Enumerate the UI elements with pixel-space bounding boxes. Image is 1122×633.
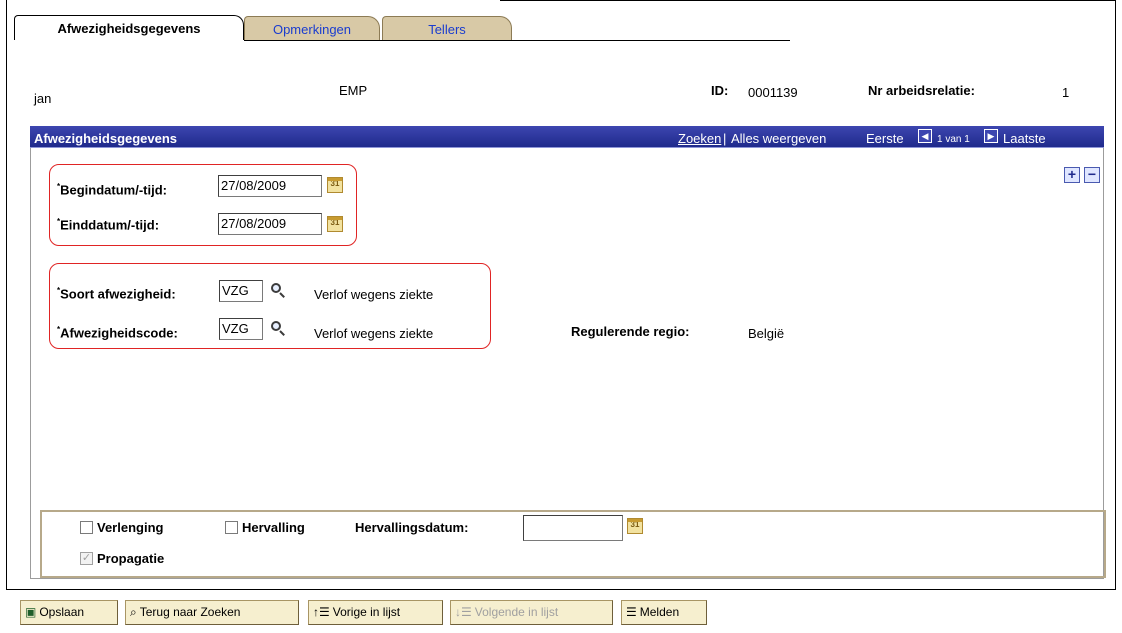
extension-label: Verlenging [97, 520, 164, 535]
tab-afwezigheidsgegevens[interactable]: Afwezigheidsgegevens [14, 15, 244, 40]
last-link[interactable]: Laatste [1003, 131, 1046, 146]
tab-baseline [244, 40, 790, 41]
tab-opmerkingen[interactable]: Opmerkingen [244, 16, 380, 40]
notify-icon: ☰ [626, 605, 637, 620]
absence-type-search-icon[interactable] [270, 282, 286, 298]
add-row-button[interactable]: + [1064, 167, 1080, 183]
absence-code-search-icon[interactable] [270, 320, 286, 336]
employee-type: EMP [339, 83, 368, 98]
absence-code-label: *Afwezigheidscode: [57, 325, 178, 341]
region-value: België [748, 326, 785, 341]
show-all-link[interactable]: Alles weergeven [731, 131, 826, 146]
prev-arrow-icon[interactable]: ◀ [918, 129, 932, 143]
grid-title: Afwezigheidsgegevens [34, 131, 178, 146]
absence-type-label: *Soort afwezigheid: [57, 286, 176, 302]
absence-type-input[interactable]: VZG [219, 280, 263, 302]
propagation-label: Propagatie [97, 551, 165, 566]
absence-code-description: Verlof wegens ziekte [314, 326, 434, 341]
search-link[interactable]: Zoeken [678, 131, 721, 146]
relapse-date-input[interactable] [523, 515, 623, 541]
end-date-label: *Einddatum/-tijd: [57, 217, 160, 233]
next-arrow-icon[interactable]: ▶ [984, 129, 998, 143]
save-icon: ▣ [25, 605, 37, 620]
previous-in-list-button[interactable]: ↑☰ Vorige in lijst [308, 600, 443, 625]
id-value: 0001139 [748, 85, 798, 100]
first-link[interactable]: Eerste [866, 131, 904, 146]
link-separator: | [723, 131, 727, 146]
begin-date-label: *Begindatum/-tijd: [57, 182, 168, 198]
row-position: 1 van 1 [937, 134, 970, 145]
relapse-date-label: Hervallingsdatum: [355, 520, 469, 535]
frame-right-border [1115, 0, 1116, 590]
notify-button[interactable]: ☰ Melden [621, 600, 707, 625]
relation-value: 1 [1062, 85, 1070, 100]
next-list-icon: ↓☰ [455, 605, 472, 620]
end-calendar-icon[interactable]: 31 [327, 216, 343, 232]
frame-left-border [6, 0, 7, 590]
begin-calendar-icon[interactable]: 31 [327, 177, 343, 193]
tab-tellers[interactable]: Tellers [382, 16, 512, 40]
remove-row-button[interactable]: − [1084, 167, 1100, 183]
id-label: ID: [711, 83, 729, 98]
previous-list-icon: ↑☰ [313, 605, 330, 620]
relapse-checkbox[interactable] [225, 521, 238, 534]
search-icon: ⌕ [130, 605, 137, 620]
back-to-search-button[interactable]: ⌕ Terug naar Zoeken [125, 600, 299, 625]
begin-date-input[interactable]: 27/08/2009 [218, 175, 322, 197]
relation-label: Nr arbeidsrelatie: [868, 83, 975, 98]
region-label: Regulerende regio: [571, 324, 690, 339]
next-in-list-button: ↓☰ Volgende in lijst [450, 600, 613, 625]
end-date-input[interactable]: 27/08/2009 [218, 213, 322, 235]
save-button[interactable]: ▣ Opslaan [20, 600, 118, 625]
propagation-checkbox: ✓ [80, 552, 93, 565]
extension-checkbox[interactable] [80, 521, 93, 534]
frame-bottom-border [6, 589, 1116, 590]
relapse-label: Hervalling [242, 520, 305, 535]
employee-name: jan [34, 91, 52, 106]
relapse-calendar-icon[interactable]: 31 [627, 518, 643, 534]
absence-code-input[interactable]: VZG [219, 318, 263, 340]
absence-type-description: Verlof wegens ziekte [314, 287, 434, 302]
frame-top-border [500, 0, 1116, 1]
